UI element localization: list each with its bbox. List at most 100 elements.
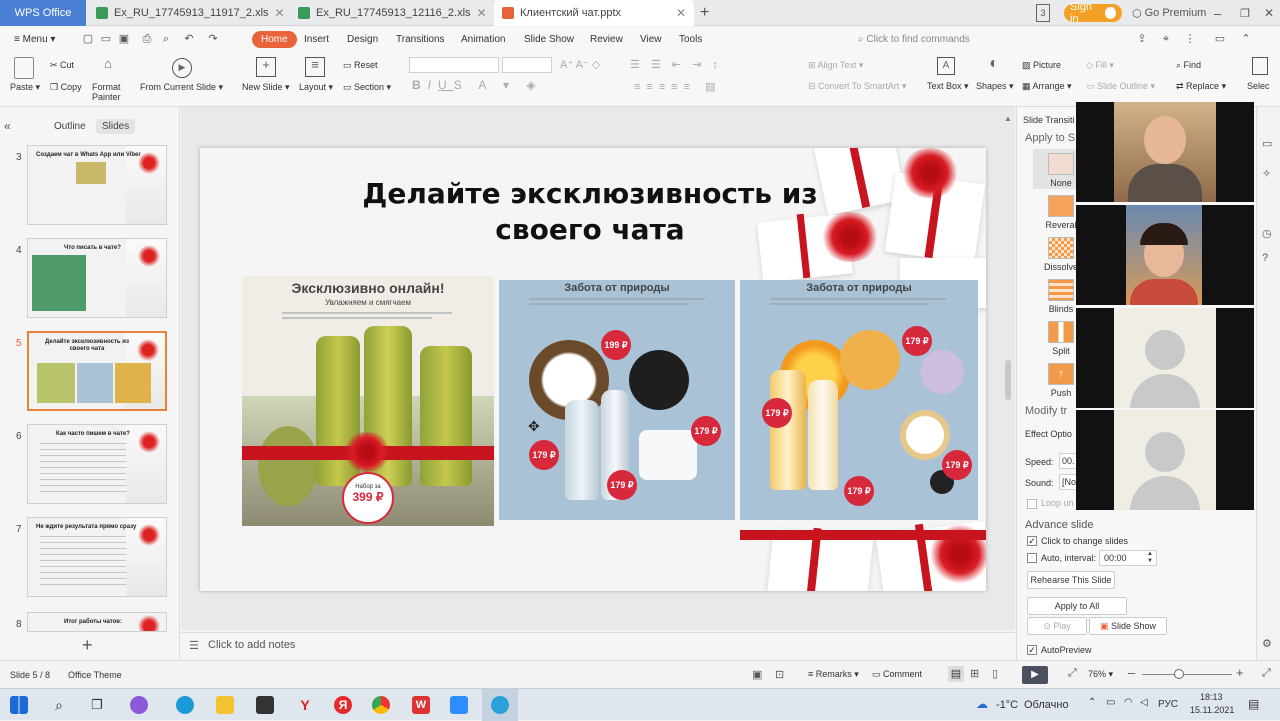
video-participant-4[interactable] <box>1076 410 1254 510</box>
normal-view-icon[interactable]: ▤ <box>948 666 964 682</box>
select-button[interactable]: Selec <box>1247 81 1270 91</box>
reset-button[interactable]: ▭ Reset <box>343 60 378 71</box>
zoom-out-icon[interactable]: – <box>1128 665 1135 680</box>
zoom-slider[interactable] <box>1142 674 1232 675</box>
language-indicator[interactable]: РУС <box>1158 699 1178 710</box>
play-button[interactable]: ⊙ Play <box>1027 617 1087 635</box>
close-icon[interactable]: ✕ <box>471 6 487 20</box>
text-format-buttons[interactable]: BIUS A ▾ ◈ <box>412 78 543 92</box>
sign-in-button[interactable]: Sign in <box>1064 1 1122 25</box>
product-image-1[interactable]: Эксклюзивно онлайн! Увлажняем и смягчаем… <box>242 276 494 526</box>
new-file-icon[interactable]: ▢ <box>82 33 94 45</box>
slide-thumbnail-7[interactable]: Не ждите результата прямо сразу <box>27 517 167 597</box>
video-participant-3[interactable] <box>1076 308 1254 408</box>
font-name-combo[interactable] <box>409 57 499 73</box>
slide-sorter-icon[interactable]: ⊡ <box>775 668 784 681</box>
pin-icon[interactable]: ⌖ <box>1160 33 1172 45</box>
undo-icon[interactable]: ↶ <box>183 33 195 45</box>
scroll-up-icon[interactable]: ▲ <box>1004 114 1012 124</box>
yandex-icon[interactable]: Я <box>334 696 352 714</box>
paste-icon[interactable] <box>14 57 34 79</box>
arrange-button[interactable]: ▦ Arrange ▾ <box>1022 81 1072 92</box>
slide-thumbnail-8[interactable]: Итог работы чатов: <box>27 612 167 632</box>
tab-slides[interactable]: Slides <box>96 119 136 134</box>
tab-design[interactable]: Design <box>341 31 384 48</box>
vertical-scrollbar[interactable] <box>1005 360 1011 400</box>
remarks-button[interactable]: ≡ Remarks ▾ <box>808 669 859 680</box>
restore-icon[interactable]: ❐ <box>1240 4 1250 22</box>
tab-outline[interactable]: Outline <box>48 119 92 134</box>
clock-time[interactable]: 18:13 <box>1200 692 1223 702</box>
go-premium-button[interactable]: ⬡ Go Premium <box>1132 4 1206 22</box>
comment-panel-icon[interactable]: ▭ <box>1214 33 1226 45</box>
slide-thumbnail-5[interactable]: Делайте эксклюзивность из своего чата <box>27 331 167 411</box>
store-icon[interactable] <box>256 696 274 714</box>
click-to-change-checkbox[interactable]: ✓ <box>1027 536 1037 546</box>
animation-pane-icon[interactable]: ✧ <box>1262 167 1271 180</box>
document-tab-xls-1[interactable]: Ex_RU_17745913_11917_2.xls ✕ <box>88 0 288 26</box>
tab-slide-show[interactable]: Slide Show <box>518 31 580 48</box>
tab-review[interactable]: Review <box>584 31 629 48</box>
zoom-in-icon[interactable]: + <box>1236 665 1244 680</box>
tab-home[interactable]: Home <box>252 31 297 48</box>
command-search[interactable]: ⌕ Click to find commands <box>852 31 976 48</box>
tab-view[interactable]: View <box>634 31 668 48</box>
play-slideshow-button[interactable]: ▶ <box>1022 666 1048 684</box>
picture-button[interactable]: ▨ Picture <box>1022 60 1061 71</box>
zoom-level[interactable]: 76% ▾ <box>1088 669 1113 680</box>
collapse-pane-icon[interactable]: « <box>4 119 11 133</box>
tab-transitions[interactable]: Transitions <box>390 31 451 48</box>
convert-smartart-button[interactable]: ⊟ Convert To SmartArt ▾ <box>808 81 906 92</box>
slide-show-button[interactable]: ▣ Slide Show <box>1089 617 1167 635</box>
close-icon[interactable]: ✕ <box>670 6 686 20</box>
section-button[interactable]: ▭ Section ▾ <box>343 82 391 93</box>
slide-thumbnail-4[interactable]: Что писать в чате? <box>27 238 167 318</box>
open-folder-icon[interactable]: ▭ <box>100 33 112 45</box>
layout-button[interactable]: Layout ▾ <box>299 82 333 93</box>
close-window-icon[interactable]: ✕ <box>1264 4 1274 22</box>
transition-pane-icon[interactable]: ▭ <box>1262 137 1272 150</box>
wifi-icon[interactable]: ◠ <box>1124 697 1133 708</box>
align-text-button[interactable]: ⊞ Align Text ▾ <box>808 60 863 71</box>
close-icon[interactable]: ✕ <box>269 6 285 20</box>
fit-window-icon[interactable]: ⤢ <box>1068 667 1077 680</box>
task-view-icon[interactable]: ❐ <box>88 696 106 714</box>
font-size-controls[interactable]: A⁺ A⁻ ◇ <box>560 58 600 71</box>
notes-bar[interactable]: ☰ Click to add notes <box>181 632 1015 658</box>
replace-button[interactable]: ⇄ Replace ▾ <box>1176 81 1226 92</box>
more-icon[interactable]: ⋮ <box>1184 33 1196 45</box>
slide-5[interactable]: Делайте эксклюзивность из своего чата Эк… <box>200 148 986 591</box>
tab-insert[interactable]: Insert <box>298 31 335 48</box>
telegram-icon[interactable] <box>491 696 509 714</box>
share-icon[interactable]: ⇪ <box>1136 33 1148 45</box>
video-participant-1[interactable] <box>1076 102 1254 202</box>
interval-spinner[interactable]: 00:00 ▲ ▼ <box>1099 550 1157 566</box>
auto-interval-checkbox[interactable] <box>1027 553 1037 563</box>
text-box-button[interactable]: Text Box ▾ <box>927 81 969 92</box>
document-tab-pptx[interactable]: Клиентский чат.pptx ✕ <box>494 0 694 26</box>
wps-office-tab[interactable]: WPS Office <box>0 0 86 26</box>
comment-button[interactable]: ▭ Comment <box>872 669 922 680</box>
slide-title[interactable]: Делайте эксклюзивность из своего чата <box>290 176 890 248</box>
product-image-3[interactable]: Забота от природы 179 ₽ 179 ₽ 179 ₽ 179 … <box>740 280 978 520</box>
new-slide-button[interactable]: New Slide ▾ <box>242 82 290 93</box>
volume-icon[interactable]: ◁ <box>1140 697 1148 708</box>
slide-outline-button[interactable]: ▭ Slide Outline ▾ <box>1086 81 1155 92</box>
fill-button[interactable]: ◇ Fill ▾ <box>1086 60 1114 71</box>
slide-thumbnail-3[interactable]: Создаем чат в Whats App или Viber <box>27 145 167 225</box>
align-buttons[interactable]: ≡≡≡≡≡ ▤ <box>634 80 722 93</box>
history-icon[interactable]: ◷ <box>1262 227 1272 240</box>
find-button[interactable]: ⌕ Find <box>1176 60 1201 71</box>
tray-expand-icon[interactable]: ⌃ <box>1088 697 1096 708</box>
from-current-slide-button[interactable]: From Current Slide ▾ <box>140 82 223 93</box>
settings-icon[interactable]: ⚙ <box>1262 637 1272 650</box>
add-slide-icon[interactable]: + <box>82 635 93 656</box>
edge-browser-icon[interactable] <box>176 696 194 714</box>
document-tab-xls-2[interactable]: Ex_RU_17745913_12116_2.xls ✕ <box>290 0 490 26</box>
network-icon[interactable]: ▭ <box>1106 697 1115 708</box>
sorter-view-icon[interactable]: ⊞ <box>970 667 979 680</box>
zoom-slider-thumb[interactable] <box>1174 669 1184 679</box>
list-buttons[interactable]: ☰ ☰ ⇤ ⇥ ↕ <box>630 58 722 71</box>
apply-to-all-button[interactable]: Apply to All <box>1027 597 1127 615</box>
slide-thumbnail-6[interactable]: Как часто пишем в чате? <box>27 424 167 504</box>
